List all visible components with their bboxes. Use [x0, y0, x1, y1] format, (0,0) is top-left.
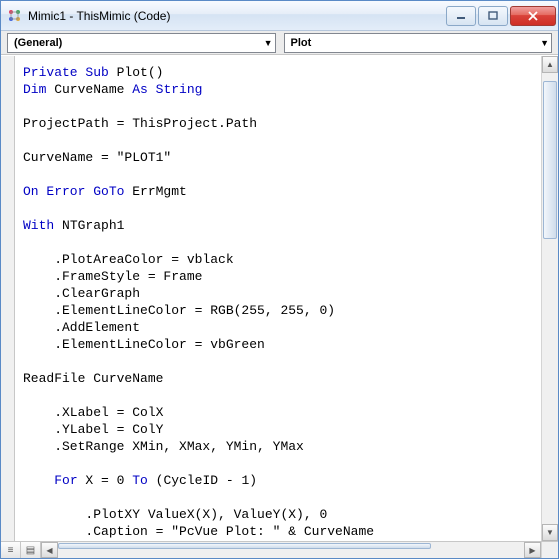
window-frame: Mimic1 - ThisMimic (Code) (General) ▼ Pl…: [0, 0, 559, 559]
procedure-combo-value: Plot: [291, 37, 312, 49]
window-title: Mimic1 - ThisMimic (Code): [28, 9, 444, 23]
toolbar: (General) ▼ Plot ▼: [1, 31, 558, 55]
minimize-button[interactable]: [446, 6, 476, 26]
chevron-down-icon: ▼: [540, 38, 549, 48]
code-wrap: Private Sub Plot() Dim CurveName As Stri…: [15, 56, 558, 541]
scroll-thumb[interactable]: [543, 81, 557, 239]
scroll-right-button[interactable]: ▶: [524, 542, 541, 558]
scroll-up-button[interactable]: ▲: [542, 56, 558, 73]
object-combo[interactable]: (General) ▼: [7, 33, 276, 53]
code-editor[interactable]: Private Sub Plot() Dim CurveName As Stri…: [15, 56, 541, 541]
full-module-view-button[interactable]: ▤: [21, 542, 41, 558]
procedure-combo[interactable]: Plot ▼: [284, 33, 553, 53]
margin-gutter: [1, 56, 15, 541]
vertical-scrollbar[interactable]: ▲ ▼: [541, 56, 558, 541]
object-combo-value: (General): [14, 37, 62, 49]
scroll-corner: [541, 542, 558, 558]
scroll-track[interactable]: [542, 73, 558, 524]
scroll-track[interactable]: [58, 542, 524, 558]
close-button[interactable]: [510, 6, 556, 26]
bottom-bar: ≡ ▤ ◀ ▶: [1, 541, 558, 558]
scroll-left-button[interactable]: ◀: [41, 542, 58, 558]
app-icon: [7, 8, 23, 24]
titlebar[interactable]: Mimic1 - ThisMimic (Code): [1, 1, 558, 31]
scroll-down-button[interactable]: ▼: [542, 524, 558, 541]
procedure-view-button[interactable]: ≡: [1, 542, 21, 558]
horizontal-scrollbar[interactable]: ◀ ▶: [41, 542, 541, 558]
chevron-down-icon: ▼: [264, 38, 273, 48]
window-buttons: [444, 6, 556, 26]
maximize-button[interactable]: [478, 6, 508, 26]
scroll-thumb[interactable]: [58, 543, 431, 549]
work-area: Private Sub Plot() Dim CurveName As Stri…: [1, 55, 558, 541]
